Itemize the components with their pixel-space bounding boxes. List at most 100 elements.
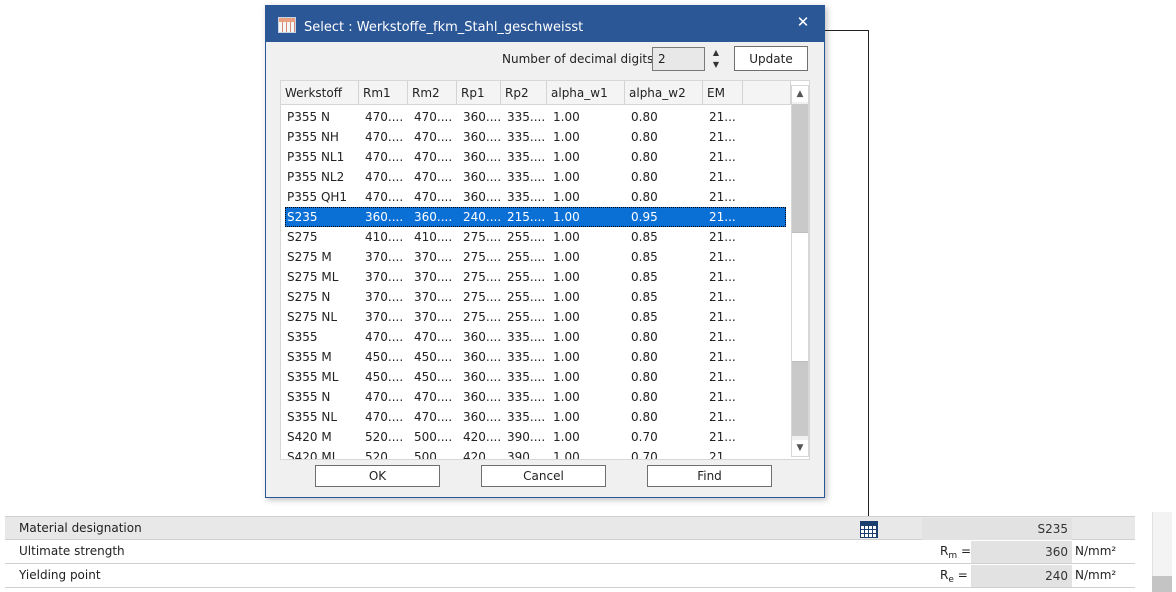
table-cell: 370.... bbox=[365, 290, 404, 304]
table-cell: 275.... bbox=[463, 230, 501, 244]
connector-line bbox=[825, 30, 869, 31]
table-cell: 21... bbox=[709, 390, 736, 404]
table-header: Werkstoff Rm1 Rm2 Rp1 Rp2 alpha_w1 alpha_w2 EM bbox=[281, 81, 791, 105]
table-cell: 0.80 bbox=[631, 390, 658, 404]
cancel-button[interactable]: Cancel bbox=[481, 465, 606, 487]
re-equals: = bbox=[957, 568, 968, 582]
table-row[interactable]: S355 N 470.... 470.... 360.... 335.... 1.00 0.… bbox=[281, 387, 786, 407]
table-cell: 255.... bbox=[507, 270, 546, 284]
table-cell: 470.... bbox=[414, 110, 453, 124]
decimal-digits-input[interactable] bbox=[652, 47, 705, 71]
table-cell: 370.... bbox=[414, 310, 453, 324]
column-header[interactable]: Rm1 bbox=[359, 81, 408, 105]
table-cell: 0.95 bbox=[631, 210, 658, 224]
table-cell: 360.... bbox=[463, 370, 501, 384]
column-header[interactable]: Rm2 bbox=[408, 81, 457, 105]
table-cell: 470.... bbox=[365, 390, 404, 404]
table-cell: 360.... bbox=[463, 150, 501, 164]
table-scrollbar[interactable]: ▲ ▼ bbox=[791, 85, 809, 457]
decimal-digits-spinner[interactable]: ▲ ▼ bbox=[709, 47, 723, 71]
table-cell: 470.... bbox=[365, 330, 404, 344]
table-cell: 21... bbox=[709, 350, 736, 364]
table-cell: 1.00 bbox=[553, 410, 580, 424]
table-cell: 470.... bbox=[414, 330, 453, 344]
table-cell: 370.... bbox=[365, 310, 404, 324]
table-row[interactable]: S275 ML 370.... 370.... 275.... 255.... 1.00 0… bbox=[281, 267, 786, 287]
table-row[interactable]: P355 NL2 470.... 470.... 360.... 335.... 1.00… bbox=[281, 167, 786, 187]
table-row[interactable]: S420 ML 520.... 500.... 420.... 390.... 1.00 0… bbox=[281, 447, 786, 460]
table-cell: 240.... bbox=[463, 210, 502, 224]
table-row[interactable]: S355 NL 470.... 470.... 360.... 335.... 1.00 0… bbox=[281, 407, 786, 427]
table-cell: 335.... bbox=[507, 390, 546, 404]
table-row[interactable]: S275 M 370.... 370.... 275.... 255.... 1.00 0.… bbox=[281, 247, 786, 267]
table-cell: 1.00 bbox=[553, 430, 580, 444]
table-cell: 1.00 bbox=[553, 210, 580, 224]
scrollbar-track-lower[interactable] bbox=[792, 362, 808, 436]
find-button[interactable]: Find bbox=[647, 465, 772, 487]
column-header[interactable]: Rp2 bbox=[501, 81, 547, 105]
table-cell: 470.... bbox=[365, 110, 404, 124]
table-cell: 275.... bbox=[463, 290, 501, 304]
table-row[interactable]: S355 470.... 470.... 360.... 335.... 1.00 0.80… bbox=[281, 327, 786, 347]
table-cell: 21... bbox=[709, 430, 736, 444]
table-row[interactable]: S420 M 520.... 500.... 420.... 390.... 1.00 0.… bbox=[281, 427, 786, 447]
material-designation-row[interactable]: Material designation S235 bbox=[5, 516, 1135, 540]
rm-equals: = bbox=[960, 544, 972, 558]
table-row[interactable]: S275 NL 370.... 370.... 275.... 255.... 1.00 0… bbox=[281, 307, 786, 327]
material-table-icon[interactable] bbox=[860, 521, 878, 538]
table-cell: S355 ML bbox=[287, 370, 339, 384]
column-header[interactable]: EM bbox=[703, 81, 743, 105]
table-cell: S420 ML bbox=[287, 450, 339, 460]
table-cell: 0.80 bbox=[631, 350, 658, 364]
table-cell: 450.... bbox=[365, 370, 404, 384]
column-header[interactable]: alpha_w2 bbox=[625, 81, 703, 105]
table-row[interactable]: P355 QH1 470.... 470.... 360.... 335.... 1.00… bbox=[281, 187, 786, 207]
table-cell: 360.... bbox=[463, 330, 501, 344]
column-header[interactable]: Rp1 bbox=[457, 81, 501, 105]
table-cell: 370.... bbox=[414, 290, 453, 304]
table-row[interactable]: S355 ML 450.... 450.... 360.... 335.... 1.00 0… bbox=[281, 367, 786, 387]
table-cell: 335.... bbox=[507, 330, 546, 344]
material-designation-value[interactable]: S235 bbox=[922, 518, 1072, 540]
table-cell: 0.80 bbox=[631, 410, 658, 424]
table-cell: 21... bbox=[709, 230, 736, 244]
select-dialog: Select : Werkstoffe_fkm_Stahl_geschweiss… bbox=[265, 5, 825, 498]
table-cell: 0.85 bbox=[631, 310, 658, 324]
table-cell: 1.00 bbox=[553, 250, 580, 264]
table-cell: 360.... bbox=[463, 410, 501, 424]
spin-up-icon[interactable]: ▲ bbox=[709, 47, 723, 59]
table-row[interactable]: P355 N 470.... 470.... 360.... 335.... 1.00 0.… bbox=[281, 107, 786, 127]
column-header[interactable]: Werkstoff bbox=[281, 81, 359, 105]
scrollbar-thumb[interactable] bbox=[792, 232, 808, 362]
table-row[interactable]: S275 N 370.... 370.... 275.... 255.... 1.00 0.… bbox=[281, 287, 786, 307]
table-cell: S235 bbox=[287, 210, 318, 224]
spin-down-icon[interactable]: ▼ bbox=[709, 59, 723, 71]
table-cell: S275 N bbox=[287, 290, 331, 304]
table-cell: 21... bbox=[709, 110, 736, 124]
ok-button[interactable]: OK bbox=[315, 465, 440, 487]
close-icon[interactable]: ✕ bbox=[792, 11, 814, 33]
table-row-selected[interactable]: S235 360.... 360.... 240.... 215.... 1.00 0.95… bbox=[285, 207, 786, 227]
page-scrollbar-thumb[interactable] bbox=[1152, 576, 1172, 592]
table-row[interactable]: P355 NL1 470.... 470.... 360.... 335.... 1.00… bbox=[281, 147, 786, 167]
yielding-point-value: 240 bbox=[971, 565, 1072, 587]
table-row[interactable]: S275 410.... 410.... 275.... 255.... 1.00 0.85… bbox=[281, 227, 786, 247]
table-cell: S355 NL bbox=[287, 410, 337, 424]
column-header[interactable] bbox=[743, 81, 791, 105]
scroll-down-icon[interactable]: ▼ bbox=[792, 440, 808, 456]
table-cell: S355 N bbox=[287, 390, 331, 404]
table-cell: 470.... bbox=[365, 150, 404, 164]
scroll-up-icon[interactable]: ▲ bbox=[792, 86, 808, 102]
table-cell: 0.70 bbox=[631, 430, 658, 444]
table-row[interactable]: S355 M 450.... 450.... 360.... 335.... 1.00 0.… bbox=[281, 347, 786, 367]
table-cell: 520.... bbox=[365, 450, 404, 460]
scrollbar-track-upper[interactable] bbox=[792, 104, 808, 232]
table-cell: 420.... bbox=[463, 430, 501, 444]
update-button[interactable]: Update bbox=[734, 46, 808, 71]
dialog-titlebar[interactable]: Select : Werkstoffe_fkm_Stahl_geschweiss… bbox=[266, 6, 824, 42]
table-row[interactable]: P355 NH 470.... 470.... 360.... 335.... 1.00 0… bbox=[281, 127, 786, 147]
table-cell: P355 NL1 bbox=[287, 150, 345, 164]
column-header[interactable]: alpha_w1 bbox=[547, 81, 625, 105]
table-cell: 0.80 bbox=[631, 190, 658, 204]
table-cell: 470.... bbox=[414, 190, 453, 204]
